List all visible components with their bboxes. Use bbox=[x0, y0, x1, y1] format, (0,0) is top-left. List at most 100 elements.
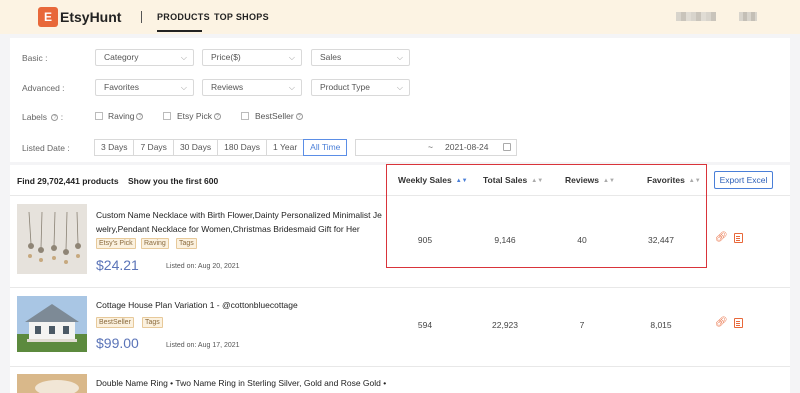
results-limit-note: Show you the first 600 bbox=[128, 176, 219, 186]
nav-active-indicator bbox=[157, 30, 202, 32]
category-dropdown[interactable]: Category ⌵ bbox=[95, 49, 194, 66]
chevron-down-icon: ⌵ bbox=[180, 83, 187, 92]
col-weekly-sales[interactable]: Weekly Sales ▲▼ bbox=[398, 175, 468, 185]
col-weekly-sales-label: Weekly Sales bbox=[398, 175, 452, 185]
calendar-icon[interactable] bbox=[503, 143, 511, 151]
date-3-days-button[interactable]: 3 Days bbox=[94, 139, 135, 156]
date-range-picker[interactable]: ~ 2021-08-24 bbox=[355, 139, 517, 156]
bestseller-label-text: BestSeller bbox=[255, 111, 294, 121]
product-thumbnail[interactable] bbox=[17, 204, 87, 274]
nav-products[interactable]: PRODUCTS bbox=[157, 12, 210, 22]
date-7-days-button[interactable]: 7 Days bbox=[133, 139, 174, 156]
bestseller-checkbox[interactable] bbox=[241, 112, 249, 120]
col-reviews[interactable]: Reviews ▲▼ bbox=[565, 175, 615, 185]
date-180-days-button[interactable]: 180 Days bbox=[217, 139, 268, 156]
help-icon[interactable]: ? bbox=[136, 113, 144, 120]
product-price: $99.00 bbox=[96, 335, 139, 351]
category-dropdown-label: Category bbox=[104, 52, 139, 62]
products-found-count: Find 29,702,441 products bbox=[17, 176, 119, 186]
product-listed-date: Listed on: Aug 17, 2021 bbox=[166, 342, 240, 349]
reviews-value: 7 bbox=[579, 320, 585, 330]
advanced-label: Advanced : bbox=[22, 83, 65, 93]
product-tag: Tags bbox=[142, 317, 163, 328]
product-title[interactable]: Cottage House Plan Variation 1 - @cotton… bbox=[96, 298, 388, 312]
table-header-divider bbox=[10, 195, 790, 196]
col-favorites-label: Favorites bbox=[647, 175, 685, 185]
sort-icon[interactable]: ▲▼ bbox=[689, 178, 701, 184]
reviews-value: 40 bbox=[577, 235, 587, 245]
price-dropdown-label: Price($) bbox=[211, 52, 241, 62]
chevron-down-icon: ⌵ bbox=[288, 53, 295, 62]
link-icon[interactable]: 🔗︎ bbox=[715, 232, 728, 243]
chevron-down-icon: ⌵ bbox=[396, 83, 403, 92]
listed-date-buttons: 3 Days 7 Days 30 Days 180 Days 1 Year Al… bbox=[94, 139, 348, 156]
nav-divider bbox=[141, 11, 142, 23]
sort-icon[interactable]: ▲▼ bbox=[456, 178, 468, 184]
report-icon[interactable] bbox=[734, 233, 743, 243]
help-icon[interactable]: ? bbox=[295, 113, 303, 120]
total-sales-value: 22,923 bbox=[492, 320, 518, 330]
reviews-dropdown[interactable]: Reviews ⌵ bbox=[202, 79, 302, 96]
weekly-sales-value: 594 bbox=[417, 320, 433, 330]
sort-icon[interactable]: ▲▼ bbox=[603, 178, 615, 184]
col-total-sales-label: Total Sales bbox=[483, 175, 528, 185]
sales-dropdown-label: Sales bbox=[320, 52, 342, 62]
etsy-pick-checkbox-label[interactable]: Etsy Pick? bbox=[177, 111, 221, 121]
date-1-year-button[interactable]: 1 Year bbox=[266, 139, 305, 156]
sort-icon[interactable]: ▲▼ bbox=[531, 178, 543, 184]
sales-dropdown[interactable]: Sales ⌵ bbox=[311, 49, 410, 66]
basic-label: Basic : bbox=[22, 53, 48, 63]
date-30-days-button[interactable]: 30 Days bbox=[172, 139, 219, 156]
product-tag: Etsy's Pick bbox=[96, 238, 136, 249]
product-listed-date: Listed on: Aug 20, 2021 bbox=[166, 263, 240, 270]
weekly-sales-value: 905 bbox=[417, 235, 433, 245]
product-title[interactable]: Double Name Ring • Two Name Ring in Ster… bbox=[96, 376, 388, 390]
favorites-value: 8,015 bbox=[650, 320, 672, 330]
nav-top-shops[interactable]: TOP SHOPS bbox=[214, 12, 269, 22]
product-thumbnail[interactable] bbox=[17, 296, 87, 352]
row-divider bbox=[10, 366, 790, 367]
total-sales-value: 9,146 bbox=[494, 235, 516, 245]
product-title[interactable]: Custom Name Necklace with Birth Flower,D… bbox=[96, 208, 388, 236]
raving-checkbox-label[interactable]: Raving? bbox=[108, 111, 144, 121]
product-tag: Tags bbox=[176, 238, 197, 249]
product-tag: Raving bbox=[141, 238, 169, 249]
col-total-sales[interactable]: Total Sales ▲▼ bbox=[483, 175, 543, 185]
chevron-down-icon: ⌵ bbox=[180, 53, 187, 62]
col-favorites[interactable]: Favorites ▲▼ bbox=[647, 175, 701, 185]
product-type-dropdown[interactable]: Product Type ⌵ bbox=[311, 79, 410, 96]
product-tag: BestSeller bbox=[96, 317, 134, 328]
favorites-dropdown[interactable]: Favorites ⌵ bbox=[95, 79, 194, 96]
bestseller-checkbox-label[interactable]: BestSeller? bbox=[255, 111, 303, 121]
chevron-down-icon: ⌵ bbox=[396, 53, 403, 62]
user-menu-redacted[interactable] bbox=[739, 12, 757, 21]
col-reviews-label: Reviews bbox=[565, 175, 600, 185]
price-dropdown[interactable]: Price($) ⌵ bbox=[202, 49, 302, 66]
help-icon[interactable]: ? bbox=[51, 114, 59, 121]
date-all-time-button[interactable]: All Time bbox=[303, 139, 348, 156]
product-thumbnail[interactable] bbox=[17, 374, 87, 393]
link-icon[interactable]: 🔗︎ bbox=[715, 317, 728, 328]
chevron-down-icon: ⌵ bbox=[288, 83, 295, 92]
export-excel-button[interactable]: Export Excel bbox=[714, 171, 773, 189]
raving-label-text: Raving bbox=[108, 111, 135, 121]
user-account-redacted[interactable] bbox=[676, 12, 716, 21]
etsy-pick-checkbox[interactable] bbox=[163, 112, 171, 120]
date-range-separator: ~ bbox=[428, 142, 433, 152]
row-divider bbox=[10, 287, 790, 288]
etsyhunt-logo-text[interactable]: EtsyHunt bbox=[60, 9, 121, 25]
help-icon[interactable]: ? bbox=[213, 113, 221, 120]
results-panel bbox=[10, 165, 790, 393]
labels-label-text: Labels bbox=[22, 112, 48, 122]
favorites-value: 32,447 bbox=[648, 235, 674, 245]
etsyhunt-logo-icon[interactable]: E bbox=[38, 7, 58, 27]
product-type-dropdown-label: Product Type bbox=[320, 82, 370, 92]
labels-label: Labels ? : bbox=[22, 112, 64, 122]
date-range-end[interactable]: 2021-08-24 bbox=[445, 140, 488, 155]
raving-checkbox[interactable] bbox=[95, 112, 103, 120]
etsy-pick-label-text: Etsy Pick bbox=[177, 111, 212, 121]
listed-date-label: Listed Date : bbox=[22, 143, 70, 153]
product-price: $24.21 bbox=[96, 257, 139, 273]
favorites-dropdown-label: Favorites bbox=[104, 82, 139, 92]
report-icon[interactable] bbox=[734, 318, 743, 328]
